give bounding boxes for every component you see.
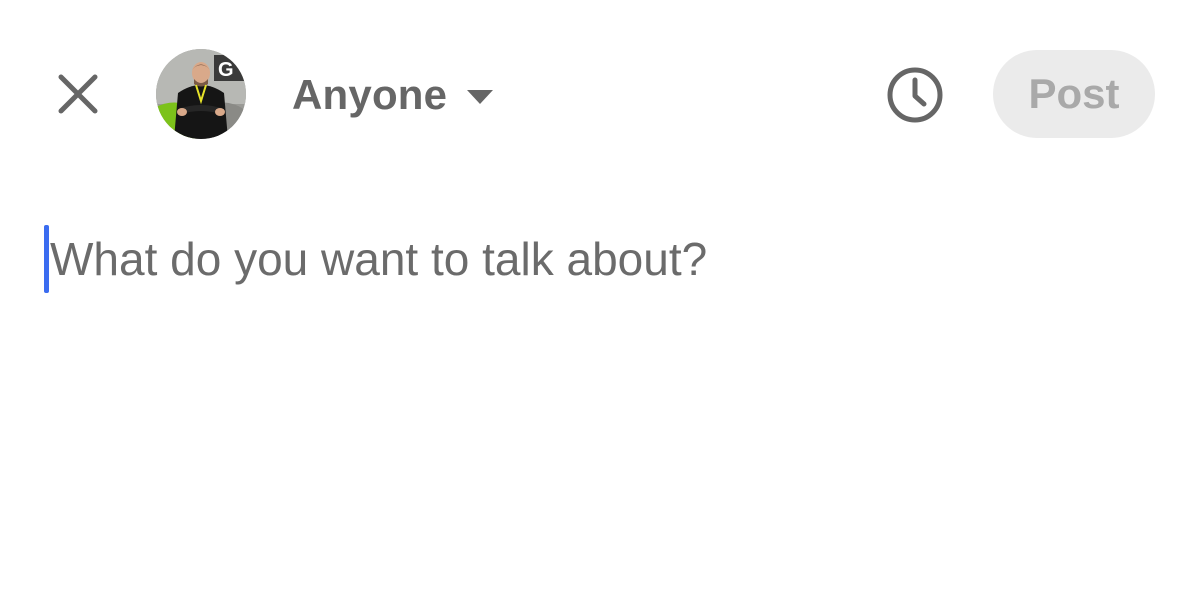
svg-text:G: G (218, 59, 234, 81)
post-text-input[interactable]: What do you want to talk about? (44, 224, 1154, 294)
avatar[interactable]: G (156, 49, 246, 139)
close-button[interactable] (48, 64, 108, 124)
post-button[interactable]: Post (993, 50, 1155, 138)
composer-placeholder: What do you want to talk about? (50, 233, 708, 285)
clock-icon (887, 67, 943, 123)
profile-avatar-icon: G (156, 49, 246, 139)
post-composer-screen: G Anyone Post What do you want to talk a… (0, 0, 1200, 615)
audience-selector[interactable]: Anyone (292, 66, 495, 124)
schedule-button[interactable] (884, 64, 946, 126)
close-icon (58, 74, 98, 114)
audience-label: Anyone (292, 71, 448, 118)
text-cursor (44, 225, 49, 293)
caret-down-icon (465, 84, 495, 106)
